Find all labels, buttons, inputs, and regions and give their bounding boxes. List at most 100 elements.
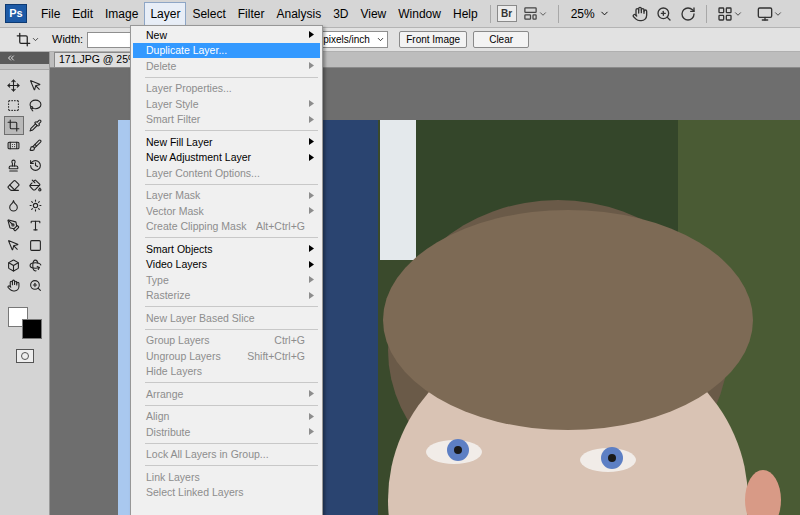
background-swatch[interactable]: [22, 319, 42, 339]
tool-button[interactable]: [4, 276, 24, 295]
tool-button[interactable]: [4, 116, 24, 135]
tool-button[interactable]: [26, 76, 46, 95]
menu-item[interactable]: Layer: [144, 2, 186, 26]
tool-button[interactable]: [4, 196, 24, 215]
menu-item[interactable]: Help: [447, 2, 484, 26]
hand-icon[interactable]: [632, 6, 648, 22]
chevron-down-icon: [773, 9, 783, 19]
menu-entry: Type: [133, 272, 320, 288]
type-icon: [29, 219, 42, 232]
submenu-arrow-icon: [309, 428, 314, 435]
tool-button[interactable]: [26, 96, 46, 115]
menu-separator: [133, 402, 320, 409]
tool-button[interactable]: [26, 156, 46, 175]
menu-entry[interactable]: New: [133, 27, 320, 43]
width-label: Width:: [52, 31, 83, 48]
tool-preset-picker[interactable]: [16, 32, 40, 47]
tool-button[interactable]: [4, 156, 24, 175]
menu-entry: Layer Properties...: [133, 81, 320, 97]
chevron-down-icon: [733, 9, 743, 19]
3d-rotate-icon: [29, 259, 42, 272]
menu-entry: Select Linked Layers: [133, 485, 320, 501]
resolution-unit-dropdown[interactable]: pixels/inch: [316, 31, 388, 48]
menu-entry[interactable]: New Fill Layer: [133, 134, 320, 150]
menu-entry: Layer Mask: [133, 188, 320, 204]
layer-menu: NewDuplicate Layer...DeleteLayer Propert…: [130, 25, 323, 515]
mini-bridge-button[interactable]: [523, 6, 548, 21]
tool-button[interactable]: [26, 196, 46, 215]
menu-separator: [133, 379, 320, 386]
menu-item[interactable]: Filter: [232, 2, 271, 26]
color-swatches[interactable]: [8, 307, 42, 341]
submenu-arrow-icon: [309, 154, 314, 161]
menu-entry[interactable]: Duplicate Layer...: [133, 43, 320, 59]
menu-item[interactable]: Select: [186, 2, 231, 26]
width-input[interactable]: [87, 32, 131, 48]
menu-entry: Rasterize: [133, 288, 320, 304]
zoom-icon: [29, 279, 42, 292]
zoom-dropdown[interactable]: 25%: [571, 5, 610, 23]
chevron-down-icon: [376, 35, 385, 44]
move-icon: [7, 79, 20, 92]
tool-button[interactable]: [26, 256, 46, 275]
tool-button[interactable]: [26, 216, 46, 235]
menu-entry: New Layer Based Slice: [133, 310, 320, 326]
brush-icon: [29, 139, 42, 152]
tool-button[interactable]: [26, 236, 46, 255]
option-button[interactable]: Front Image: [399, 31, 467, 48]
tool-button[interactable]: [4, 96, 24, 115]
collapse-icon[interactable]: [6, 53, 16, 63]
tool-button[interactable]: [4, 256, 24, 275]
menu-entry[interactable]: Video Layers: [133, 257, 320, 273]
tool-button[interactable]: [4, 216, 24, 235]
menu-entry: Vector Mask: [133, 203, 320, 219]
menu-item[interactable]: Window: [392, 2, 447, 26]
menu-separator: [133, 440, 320, 447]
menu-item[interactable]: View: [354, 2, 392, 26]
tool-button[interactable]: [26, 136, 46, 155]
healing-icon: [7, 139, 20, 152]
menu-separator: [133, 462, 320, 469]
menu-item[interactable]: File: [35, 2, 66, 26]
menu-entry: Smart Filter: [133, 112, 320, 128]
photoshop-logo: Ps: [5, 4, 27, 23]
submenu-arrow-icon: [309, 62, 314, 69]
menu-item[interactable]: Analysis: [270, 2, 327, 26]
shape-icon: [29, 239, 42, 252]
menu-separator: [133, 303, 320, 310]
pen-icon: [7, 219, 20, 232]
submenu-arrow-icon: [309, 116, 314, 123]
lasso-icon: [29, 99, 42, 112]
tool-button[interactable]: [4, 76, 24, 95]
dodge-icon: [29, 199, 42, 212]
menu-separator: [133, 326, 320, 333]
submenu-arrow-icon: [309, 100, 314, 107]
bridge-button[interactable]: Br: [497, 5, 517, 22]
submenu-arrow-icon: [309, 276, 314, 283]
submenu-arrow-icon: [309, 413, 314, 420]
crop-icon: [16, 32, 31, 47]
tool-button[interactable]: [4, 136, 24, 155]
tool-button[interactable]: [26, 176, 46, 195]
blur-icon: [7, 199, 20, 212]
tool-button[interactable]: [4, 176, 24, 195]
arrange-documents-button[interactable]: [717, 6, 743, 22]
menu-item[interactable]: 3D: [327, 2, 354, 26]
eyedropper-icon: [29, 119, 42, 132]
menu-item[interactable]: Edit: [66, 2, 99, 26]
rotate-view-icon[interactable]: [680, 6, 696, 22]
screen-mode-button[interactable]: [757, 6, 783, 22]
tool-button[interactable]: [26, 276, 46, 295]
menu-entry: Create Clipping MaskAlt+Ctrl+G: [133, 219, 320, 235]
menu-entry[interactable]: Smart Objects: [133, 241, 320, 257]
marquee-icon: [7, 99, 20, 112]
tool-button[interactable]: [4, 236, 24, 255]
menu-item[interactable]: Image: [99, 2, 144, 26]
menu-entry[interactable]: New Adjustment Layer: [133, 150, 320, 166]
menu-entry: Group LayersCtrl+G: [133, 333, 320, 349]
arrange-icon: [717, 6, 733, 22]
tool-button[interactable]: [26, 116, 46, 135]
option-button[interactable]: Clear: [473, 31, 529, 48]
zoom-icon[interactable]: [656, 6, 672, 22]
quick-mask-button[interactable]: [16, 349, 34, 363]
